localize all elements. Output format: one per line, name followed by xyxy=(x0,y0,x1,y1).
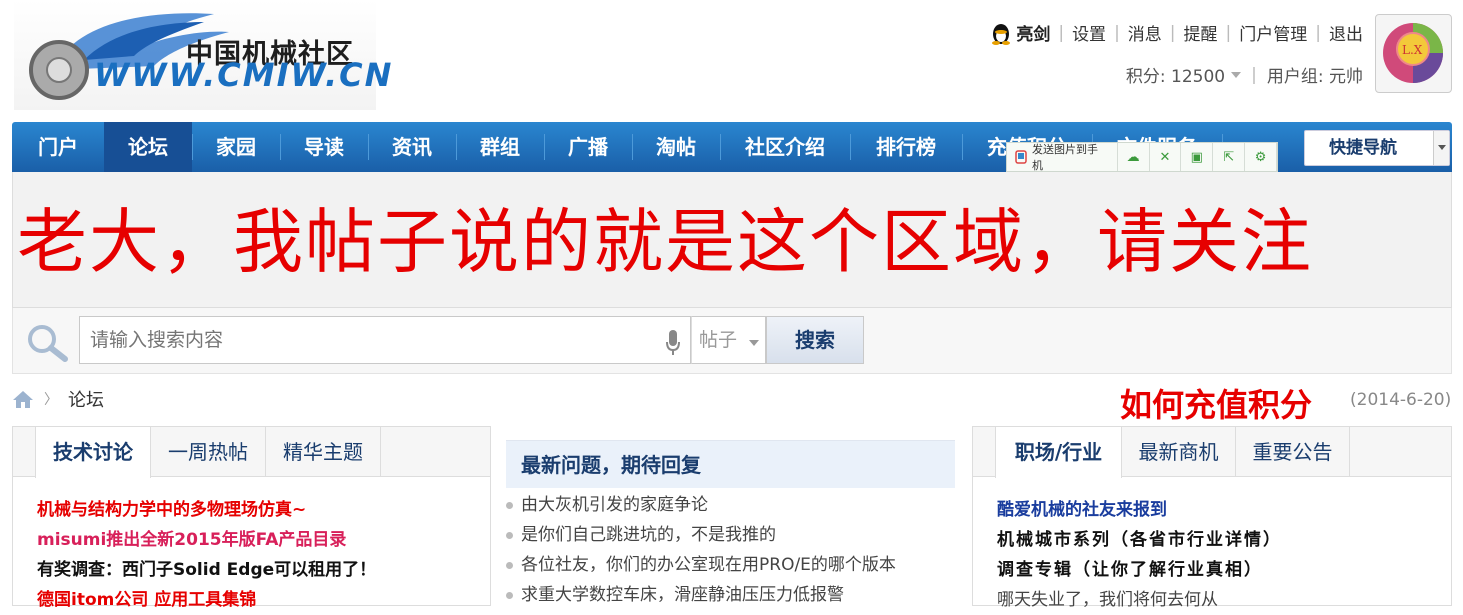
bullet-icon xyxy=(506,501,513,509)
right-post-list: 酷爱机械的社友来报到 机械城市系列（各省市行业详情） 调查专辑（让你了解行业真相… xyxy=(997,495,1282,615)
list-item-label: 由大灰机引发的家庭争论 xyxy=(521,495,708,515)
save-icon[interactable]: ▣ xyxy=(1181,143,1214,171)
nav-home[interactable]: 家园 xyxy=(192,122,280,172)
user-links: 亮剑 | 设置 | 消息 | 提醒 | 门户管理 | 退出 xyxy=(990,20,1363,45)
divider: | xyxy=(1315,22,1321,43)
nav-collections[interactable]: 淘帖 xyxy=(632,122,720,172)
messages-link[interactable]: 消息 xyxy=(1128,20,1162,45)
search-type-value: 帖子 xyxy=(699,329,738,351)
user-group-label: 用户组: 元帅 xyxy=(1266,67,1363,87)
divider: | xyxy=(1225,22,1232,43)
announcement-banner: 老大，我帖子说的就是这个区域，请关注 xyxy=(12,172,1452,308)
left-panel-tabs: 技术讨论 一周热帖 精华主题 xyxy=(13,427,490,478)
tab-announcements[interactable]: 重要公告 xyxy=(1236,427,1350,477)
bullet-icon xyxy=(506,531,513,539)
divider: | xyxy=(1169,22,1176,43)
avatar-graphic: L.X xyxy=(1383,23,1443,83)
banner-text: 老大，我帖子说的就是这个区域，请关注 xyxy=(17,201,1313,283)
breadcrumb: 〉 论坛 xyxy=(12,386,104,412)
quick-nav-button[interactable]: 快捷导航 xyxy=(1304,130,1450,166)
search-bar: 帖子 搜索 xyxy=(12,308,1452,374)
avatar-text: L.X xyxy=(1402,43,1423,57)
nav-ranking[interactable]: 排行榜 xyxy=(850,122,962,172)
bullet-icon xyxy=(506,591,513,599)
quick-nav-label: 快捷导航 xyxy=(1329,138,1397,158)
gear-icon[interactable]: ⚙ xyxy=(1245,143,1277,171)
breadcrumb-current[interactable]: 论坛 xyxy=(68,386,104,412)
list-item-label: 是你们自己跳进坑的，不是我推的 xyxy=(521,525,776,545)
list-item[interactable]: 是你们自己跳进坑的，不是我推的 xyxy=(506,520,896,550)
expand-icon[interactable]: ✕ xyxy=(1150,143,1182,171)
nav-groups[interactable]: 群组 xyxy=(456,122,544,172)
site-logo[interactable]: 中国机械社区 WWW.CMIW.CN xyxy=(14,0,391,110)
middle-panel-title: 最新问题，期待回复 xyxy=(506,440,955,488)
left-panel: 技术讨论 一周热帖 精华主题 机械与结构力学中的多物理场仿真~ misumi推出… xyxy=(12,426,491,610)
reminders-link[interactable]: 提醒 xyxy=(1184,20,1218,45)
search-type-select[interactable]: 帖子 xyxy=(691,316,766,364)
user-stats: 积分: 12500 | 用户组: 元帅 xyxy=(1126,62,1363,88)
send-to-phone-label: 发送图片到手机 xyxy=(1031,143,1098,172)
phone-icon xyxy=(1015,150,1027,164)
nav-news[interactable]: 资讯 xyxy=(368,122,456,172)
portal-admin-link[interactable]: 门户管理 xyxy=(1239,20,1307,45)
nav-broadcast[interactable]: 广播 xyxy=(544,122,632,172)
list-item-label: 各位社友，你们的办公室现在用PRO/E的哪个版本 xyxy=(521,555,896,575)
logout-link[interactable]: 退出 xyxy=(1329,20,1363,45)
list-item[interactable]: 调查专辑（让你了解行业真相） xyxy=(997,555,1282,585)
page-header: 中国机械社区 WWW.CMIW.CN 亮剑 | 设置 | 消息 | 提醒 | 门… xyxy=(0,0,1463,122)
nav-about[interactable]: 社区介绍 xyxy=(720,122,850,172)
nav-forum[interactable]: 论坛 xyxy=(104,122,192,172)
breadcrumb-separator-icon: 〉 xyxy=(44,392,58,408)
divider: | xyxy=(1114,22,1120,43)
tab-featured[interactable]: 精华主题 xyxy=(266,427,381,477)
share-icon[interactable]: ⇱ xyxy=(1213,143,1246,171)
left-post-list: 机械与结构力学中的多物理场仿真~ misumi推出全新2015年版FA产品目录 … xyxy=(37,495,376,615)
headline-date: (2014-6-20) xyxy=(1350,390,1452,410)
username-link[interactable]: 亮剑 xyxy=(1016,20,1050,45)
list-item[interactable]: 由大灰机引发的家庭争论 xyxy=(506,490,896,520)
logo-url: WWW.CMIW.CN xyxy=(94,56,394,94)
right-panel-tabs: 职场/行业 最新商机 重要公告 xyxy=(973,427,1451,478)
list-item-label: 求重大学数控车床，滑座静油压压力低报警 xyxy=(521,585,844,605)
tab-career-industry[interactable]: 职场/行业 xyxy=(995,427,1122,478)
nav-guide[interactable]: 导读 xyxy=(280,122,368,172)
cloud-icon[interactable]: ☁ xyxy=(1118,143,1150,171)
divider: | xyxy=(1058,22,1065,43)
qq-penguin-icon xyxy=(992,23,1011,45)
chevron-down-icon[interactable] xyxy=(1433,131,1449,165)
list-item[interactable]: 德国itom公司 应用工具集锦 xyxy=(37,585,376,615)
list-item[interactable]: 有奖调查：西门子Solid Edge可以租用了！ xyxy=(37,555,376,585)
tab-business-opportunities[interactable]: 最新商机 xyxy=(1122,427,1236,477)
chevron-down-icon xyxy=(749,340,760,346)
middle-question-list: 由大灰机引发的家庭争论 是你们自己跳进坑的，不是我推的 各位社友，你们的办公室现… xyxy=(506,490,896,610)
headline-link[interactable]: 如何充值积分 xyxy=(1120,380,1312,426)
points-label[interactable]: 积分: 12500 xyxy=(1126,62,1225,87)
bullet-icon xyxy=(506,561,513,569)
list-item[interactable]: 求重大学数控车床，滑座静油压压力低报警 xyxy=(506,580,896,610)
search-input[interactable] xyxy=(79,316,691,364)
search-button[interactable]: 搜索 xyxy=(766,316,864,364)
tab-tech-discussion[interactable]: 技术讨论 xyxy=(35,427,151,478)
right-panel: 职场/行业 最新商机 重要公告 酷爱机械的社友来报到 机械城市系列（各省市行业详… xyxy=(972,426,1452,610)
list-item[interactable]: misumi推出全新2015年版FA产品目录 xyxy=(37,525,376,555)
tab-weekly-hot[interactable]: 一周热帖 xyxy=(151,427,266,477)
microphone-icon[interactable] xyxy=(665,328,681,356)
home-icon[interactable] xyxy=(12,389,34,409)
search-icon xyxy=(28,325,68,362)
settings-link[interactable]: 设置 xyxy=(1072,20,1106,45)
divider: | xyxy=(1251,64,1257,85)
avatar[interactable]: L.X xyxy=(1375,14,1452,93)
list-item[interactable]: 机械与结构力学中的多物理场仿真~ xyxy=(37,495,376,525)
list-item[interactable]: 哪天失业了，我们将何去何从 xyxy=(997,585,1282,615)
floating-image-toolbar: 发送图片到手机 ☁ ✕ ▣ ⇱ ⚙ xyxy=(1006,142,1278,172)
nav-portal[interactable]: 门户 xyxy=(12,122,104,172)
list-item[interactable]: 各位社友，你们的办公室现在用PRO/E的哪个版本 xyxy=(506,550,896,580)
list-item[interactable]: 酷爱机械的社友来报到 xyxy=(997,495,1282,525)
list-item[interactable]: 机械城市系列（各省市行业详情） xyxy=(997,525,1282,555)
send-to-phone-button[interactable]: 发送图片到手机 xyxy=(1007,143,1118,172)
chevron-down-icon[interactable] xyxy=(1231,71,1242,78)
